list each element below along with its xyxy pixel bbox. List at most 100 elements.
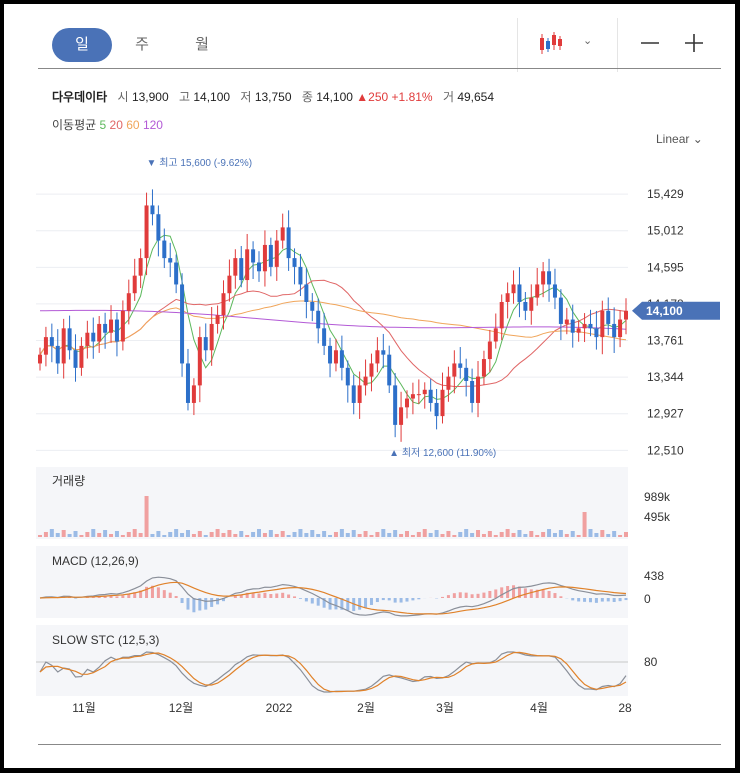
volume-bar: [38, 535, 42, 537]
macd-histogram-bar: [541, 589, 545, 598]
price-tick: 12,510: [647, 443, 684, 457]
candle-body: [132, 275, 137, 294]
volume-bar: [138, 533, 143, 537]
macd-histogram-bar: [358, 598, 362, 610]
volume-bar: [541, 532, 546, 537]
candlestick-icon[interactable]: [537, 30, 565, 58]
volume-bar: [416, 532, 421, 537]
macd-histogram-bar: [287, 594, 291, 598]
candle-body: [144, 205, 149, 259]
close-label: 종: [301, 90, 313, 104]
candle-body: [49, 337, 54, 346]
macd-histogram-bar: [204, 598, 208, 610]
volume-bar: [292, 532, 297, 537]
candle-body: [464, 367, 469, 381]
volume-bar: [203, 535, 208, 537]
volume-bar: [185, 530, 190, 537]
macd-tick-2: 0: [644, 592, 651, 606]
high-value: 14,100: [193, 90, 231, 104]
open-value: 13,900: [131, 90, 169, 104]
macd-histogram-bar: [310, 598, 314, 604]
plus-icon[interactable]: [679, 28, 709, 58]
volume-bar: [304, 533, 309, 537]
change-percent: +1.81%: [391, 90, 433, 104]
macd-histogram-bar: [512, 585, 516, 598]
tab-week[interactable]: 주: [112, 28, 172, 62]
toolbar: ⌄: [517, 18, 721, 72]
macd-histogram-bar: [458, 592, 462, 598]
candle-body: [221, 293, 226, 316]
ma-120-label: 120: [142, 118, 163, 132]
volume-bar: [529, 531, 534, 537]
volume-bar: [239, 531, 244, 537]
candle-body: [375, 350, 380, 364]
candle-body: [73, 350, 78, 368]
macd-histogram-bar: [529, 589, 533, 598]
candle-body: [541, 271, 546, 285]
chart-canvas[interactable]: 15,42915,01214,59514,17813,76113,34412,9…: [4, 144, 735, 724]
macd-histogram-bar: [523, 588, 527, 598]
volume-bar: [257, 529, 262, 537]
macd-histogram-bar: [624, 598, 628, 601]
volume-bar: [369, 535, 374, 537]
candle-body: [310, 302, 315, 311]
volume-bar: [55, 533, 60, 537]
candle-body: [529, 297, 534, 311]
volume-bar: [132, 529, 137, 537]
volume-bar: [464, 529, 469, 537]
candle-body: [547, 271, 552, 285]
candle-body: [357, 385, 362, 403]
volume-bar: [505, 529, 510, 537]
candle-body: [416, 394, 421, 396]
candle-body: [499, 302, 504, 329]
stc-tick-1: 80: [644, 655, 658, 669]
volume-bar: [156, 531, 161, 537]
candle-body: [339, 350, 344, 368]
volume-bar: [564, 534, 569, 537]
candle-body: [523, 302, 528, 311]
tab-month[interactable]: 월: [172, 28, 232, 62]
macd-histogram-bar: [275, 593, 279, 598]
volume-bar: [215, 529, 220, 537]
ma-20-label: 20: [109, 118, 123, 132]
moving-average-lines: [39, 234, 627, 405]
candle-body: [446, 376, 451, 390]
volume-bar: [387, 533, 392, 537]
volume-bar: [73, 531, 78, 537]
macd-histogram-bar: [298, 598, 302, 599]
macd-histogram-bar: [547, 590, 551, 598]
minus-icon[interactable]: [635, 28, 665, 58]
candle-body: [552, 284, 557, 298]
candle-body: [304, 284, 309, 302]
volume-bar: [624, 532, 628, 537]
candle-body: [345, 367, 350, 386]
macd-histogram-bar: [369, 598, 373, 605]
volume-bar: [191, 534, 196, 537]
macd-histogram-bar: [583, 598, 587, 602]
candle-body: [61, 328, 66, 364]
low-annotation: ▲ 최저 12,600 (11.90%): [389, 447, 496, 459]
candle-body: [126, 293, 131, 311]
macd-histogram-bar: [606, 598, 610, 602]
volume-bar: [43, 532, 48, 537]
macd-histogram-bar: [612, 598, 616, 602]
candle-body: [351, 385, 356, 403]
high-annotation: ▼ 최고 15,600 (-9.62%): [147, 157, 253, 169]
volume-bar: [174, 529, 179, 537]
chevron-down-icon[interactable]: ⌄: [583, 34, 592, 47]
macd-histogram-bar: [186, 598, 190, 610]
macd-histogram-bar: [452, 593, 456, 598]
price-tick: 15,429: [647, 187, 684, 201]
macd-title: MACD (12,26,9): [52, 554, 139, 568]
macd-histogram-bar: [464, 592, 468, 598]
candle-body: [79, 345, 84, 368]
volume-label: 거: [442, 90, 454, 104]
volume-bar: [570, 531, 575, 537]
ma-60-label: 60: [126, 118, 140, 132]
tab-day[interactable]: 일: [52, 28, 112, 62]
candle-body: [393, 385, 398, 425]
candle-body: [328, 345, 333, 364]
macd-histogram-bar: [269, 594, 273, 598]
macd-histogram-bar: [405, 598, 409, 602]
macd-histogram-bar: [381, 598, 385, 601]
